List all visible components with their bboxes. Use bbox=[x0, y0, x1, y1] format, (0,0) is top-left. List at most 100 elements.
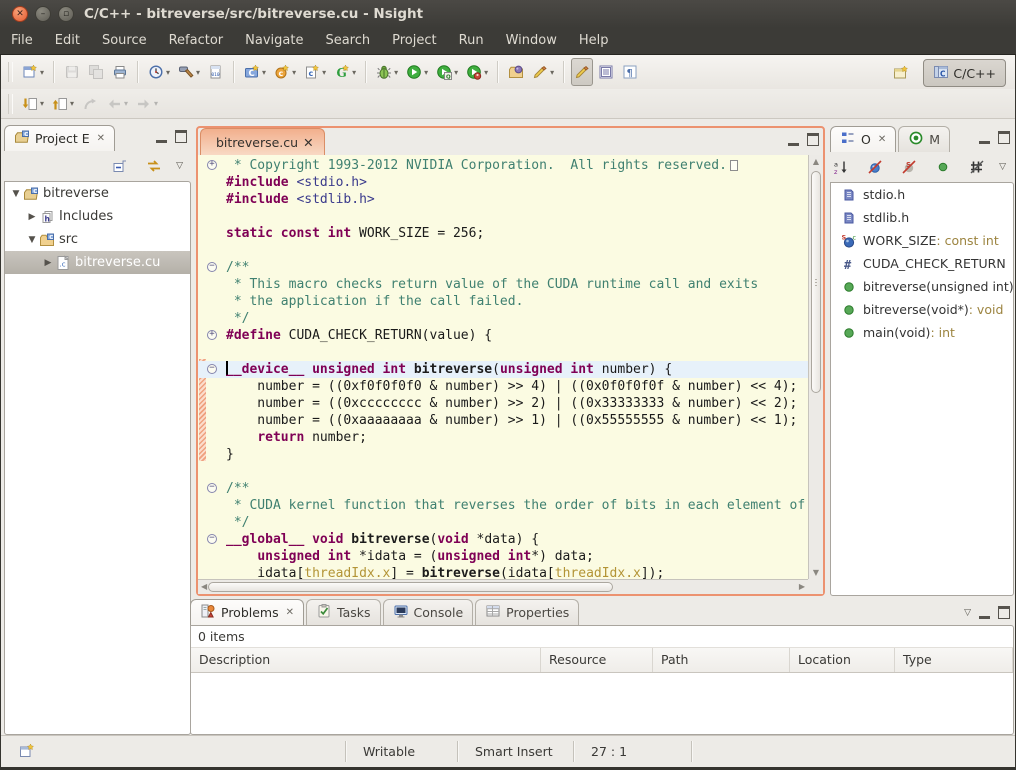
view-menu-icon[interactable]: ▽ bbox=[999, 162, 1006, 172]
column-header-path[interactable]: Path bbox=[653, 648, 790, 672]
hide-inactive-button[interactable] bbox=[966, 155, 988, 179]
menu-project[interactable]: Project bbox=[381, 28, 447, 54]
fold-collapse-icon[interactable]: − bbox=[207, 483, 217, 493]
show-public-button[interactable] bbox=[932, 155, 954, 179]
dropdown-arrow-icon[interactable]: ▾ bbox=[196, 68, 200, 77]
scroll-right-icon[interactable]: ▶ bbox=[799, 582, 805, 591]
dropdown-arrow-icon[interactable]: ▾ bbox=[550, 68, 554, 77]
binary-file-button[interactable]: 010 bbox=[205, 58, 227, 86]
column-header-resource[interactable]: Resource bbox=[541, 648, 653, 672]
back-button[interactable]: ▾ bbox=[103, 90, 131, 118]
hide-static-button[interactable]: S bbox=[898, 155, 920, 179]
tree-item-bitreverse[interactable]: ▼Cbitreverse bbox=[5, 182, 190, 205]
editor-vertical-scrollbar[interactable]: ▲ ▼ bbox=[808, 155, 823, 579]
tab-bitreverse-cu[interactable]: bitreverse.cu ✕ bbox=[200, 128, 325, 155]
maximize-view-icon[interactable] bbox=[998, 131, 1010, 144]
menu-file[interactable]: File bbox=[0, 28, 44, 54]
tree-arrow-icon[interactable]: ▶ bbox=[41, 258, 55, 268]
menu-window[interactable]: Window bbox=[495, 28, 568, 54]
dropdown-arrow-icon[interactable]: ▾ bbox=[166, 68, 170, 77]
minimize-view-icon[interactable] bbox=[788, 134, 799, 146]
tab-m[interactable]: M bbox=[898, 126, 950, 152]
menu-edit[interactable]: Edit bbox=[44, 28, 91, 54]
run-profile-button[interactable]: ▾ bbox=[463, 58, 491, 86]
tab-tasks[interactable]: Tasks bbox=[306, 599, 381, 625]
tab-console[interactable]: Console bbox=[383, 599, 474, 625]
save-button[interactable] bbox=[61, 58, 83, 86]
cpp-perspective-button[interactable]: C C/C++ bbox=[923, 59, 1006, 87]
menu-search[interactable]: Search bbox=[314, 28, 381, 54]
new-c-file-button[interactable]: c▾ bbox=[301, 58, 329, 86]
minimize-view-icon[interactable] bbox=[979, 132, 990, 144]
editor-horizontal-scrollbar[interactable]: ◀ ▶ bbox=[198, 579, 808, 594]
show-whitespace-button[interactable]: ¶ bbox=[619, 58, 641, 86]
view-menu-icon[interactable]: ▽ bbox=[964, 608, 971, 618]
menu-help[interactable]: Help bbox=[568, 28, 620, 54]
outline-item[interactable]: bitreverse(void*) : void bbox=[831, 298, 1013, 321]
menu-run[interactable]: Run bbox=[448, 28, 495, 54]
menu-navigate[interactable]: Navigate bbox=[234, 28, 314, 54]
tree-arrow-icon[interactable]: ▼ bbox=[9, 189, 23, 199]
hide-fields-button[interactable] bbox=[864, 155, 886, 179]
last-edit-button[interactable] bbox=[79, 90, 101, 118]
window-close-button[interactable]: ✕ bbox=[12, 6, 28, 22]
code-editor[interactable]: + * Copyright 1993-2012 NVIDIA Corporati… bbox=[198, 155, 823, 594]
mark-occurrences-button[interactable] bbox=[571, 58, 593, 86]
dropdown-arrow-icon[interactable]: ▾ bbox=[322, 68, 326, 77]
window-minimize-button[interactable]: – bbox=[35, 6, 51, 22]
close-icon[interactable]: ✕ bbox=[97, 133, 105, 144]
fold-expand-icon[interactable]: + bbox=[207, 160, 217, 170]
dropdown-arrow-icon[interactable]: ▾ bbox=[484, 68, 488, 77]
dropdown-arrow-icon[interactable]: ▾ bbox=[154, 99, 158, 108]
column-header-location[interactable]: Location bbox=[790, 648, 895, 672]
new-wizard-button[interactable]: ▾ bbox=[19, 58, 47, 86]
fold-collapse-icon[interactable]: − bbox=[207, 364, 217, 374]
menu-source[interactable]: Source bbox=[91, 28, 158, 54]
tree-item-bitreverse-cu[interactable]: ▶.cbitreverse.cu bbox=[5, 251, 190, 274]
build-hammer-button[interactable]: ▾ bbox=[175, 58, 203, 86]
close-icon[interactable]: ✕ bbox=[303, 135, 313, 150]
tab-project-explorer[interactable]: C Project E ✕ bbox=[4, 125, 115, 151]
window-maximize-button[interactable]: ▫ bbox=[58, 6, 74, 22]
tree-arrow-icon[interactable]: ▼ bbox=[25, 235, 39, 245]
profile-clock-button[interactable]: ▾ bbox=[145, 58, 173, 86]
dropdown-arrow-icon[interactable]: ▾ bbox=[124, 99, 128, 108]
dropdown-arrow-icon[interactable]: ▾ bbox=[262, 68, 266, 77]
dropdown-arrow-icon[interactable]: ▾ bbox=[424, 68, 428, 77]
scroll-left-icon[interactable]: ◀ bbox=[201, 582, 207, 591]
fold-expand-icon[interactable]: + bbox=[207, 330, 217, 340]
outline-item[interactable]: stdio.h bbox=[831, 183, 1013, 206]
maximize-view-icon[interactable] bbox=[998, 606, 1010, 619]
tree-arrow-icon[interactable]: ▶ bbox=[25, 212, 39, 222]
open-perspective-button[interactable] bbox=[890, 59, 912, 87]
prev-annotation-button[interactable]: ▾ bbox=[49, 90, 77, 118]
dropdown-arrow-icon[interactable]: ▾ bbox=[352, 68, 356, 77]
next-annotation-button[interactable]: ▾ bbox=[19, 90, 47, 118]
open-type-button[interactable] bbox=[505, 58, 527, 86]
close-icon[interactable]: ✕ bbox=[878, 134, 886, 145]
tree-item-src[interactable]: ▼Csrc bbox=[5, 228, 190, 251]
dropdown-arrow-icon[interactable]: ▾ bbox=[40, 68, 44, 77]
dropdown-arrow-icon[interactable]: ▾ bbox=[70, 99, 74, 108]
forward-button[interactable]: ▾ bbox=[133, 90, 161, 118]
minimize-view-icon[interactable] bbox=[156, 131, 167, 143]
column-header-description[interactable]: Description bbox=[191, 648, 541, 672]
menu-refactor[interactable]: Refactor bbox=[158, 28, 235, 54]
view-menu-icon[interactable]: ▽ bbox=[176, 161, 183, 171]
maximize-view-icon[interactable] bbox=[807, 133, 819, 146]
column-header-type[interactable]: Type bbox=[895, 648, 1013, 672]
outline-item[interactable]: ScWORK_SIZE : const int bbox=[831, 229, 1013, 252]
run-button[interactable]: ▾ bbox=[403, 58, 431, 86]
save-all-button[interactable] bbox=[85, 58, 107, 86]
debug-bug-button[interactable]: ▾ bbox=[373, 58, 401, 86]
sort-az-button[interactable]: az bbox=[830, 155, 852, 179]
new-cuda-button[interactable]: G▾ bbox=[331, 58, 359, 86]
show-source-button[interactable] bbox=[595, 58, 617, 86]
outline-item[interactable]: stdlib.h bbox=[831, 206, 1013, 229]
outline-item[interactable]: #CUDA_CHECK_RETURN bbox=[831, 252, 1013, 275]
tree-item-includes[interactable]: ▶hIncludes bbox=[5, 205, 190, 228]
maximize-view-icon[interactable] bbox=[175, 130, 187, 143]
outline-item[interactable]: bitreverse(unsigned int) : unsigned int bbox=[831, 275, 1013, 298]
outline-item[interactable]: main(void) : int bbox=[831, 321, 1013, 344]
dropdown-arrow-icon[interactable]: ▾ bbox=[292, 68, 296, 77]
